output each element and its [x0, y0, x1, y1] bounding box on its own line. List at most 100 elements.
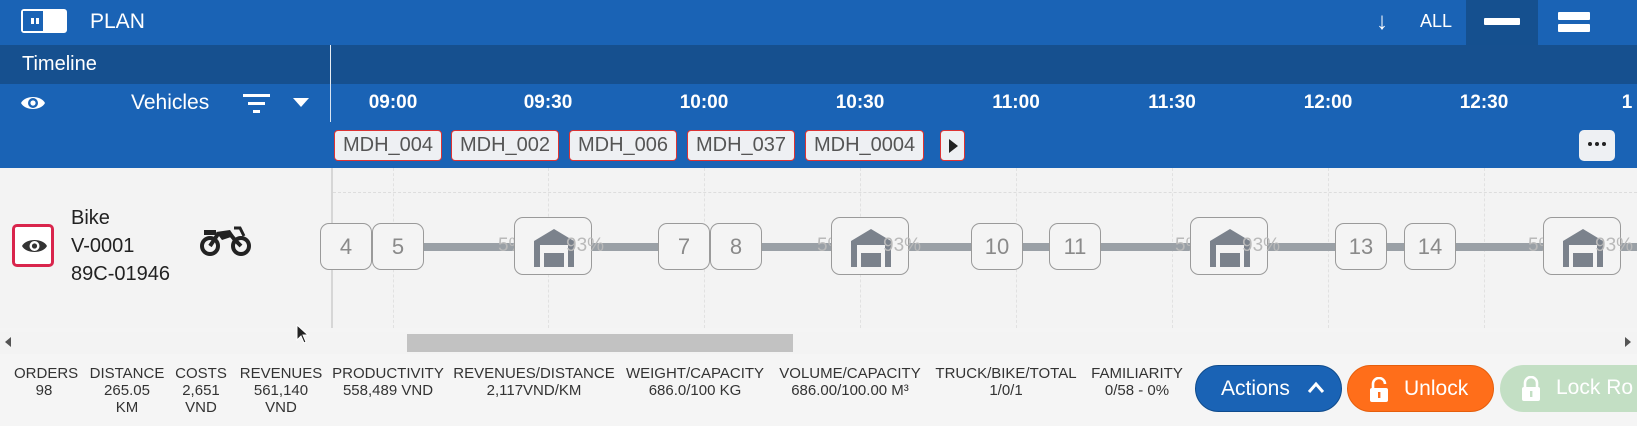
stat-label: REVENUES — [239, 365, 323, 382]
stat-value: 561,140 — [253, 382, 309, 399]
gridline — [333, 192, 1637, 193]
stat-label: FAMILIARITY — [1091, 365, 1183, 382]
filter-all-label[interactable]: ALL — [1420, 11, 1452, 32]
time-tick: 1 — [1621, 92, 1633, 113]
depot-end-percent: 93% — [1242, 235, 1281, 256]
vehicle-plate: 89C-01946 — [71, 263, 170, 285]
depot-end-percent: 93% — [566, 235, 605, 256]
depot-end-percent: 93% — [883, 235, 922, 256]
stat-value: 1/0/1 — [989, 382, 1023, 399]
stat-label: TRUCK/BIKE/TOTAL — [935, 365, 1077, 382]
vehicles-label: Vehicles — [131, 91, 210, 114]
stat-unit: VND — [185, 399, 217, 416]
order-tag[interactable]: MDH_037 — [687, 130, 796, 161]
eye-icon[interactable] — [20, 92, 46, 114]
vehicle-id: V-0001 — [71, 235, 135, 257]
stat-weight-capacity: WEIGHT/CAPACITY 686.0/100 KG — [624, 365, 766, 399]
stat-label: WEIGHT/CAPACITY — [625, 365, 765, 382]
top-bar: PLAN ↓ ALL — [0, 0, 1637, 45]
time-tick: 12:00 — [1303, 92, 1353, 113]
summary-footer: ORDERS 98 DISTANCE 265.05 KM COSTS 2,651… — [0, 354, 1637, 426]
stat-unit: VND — [265, 399, 297, 416]
time-tick: 11:30 — [1148, 92, 1196, 113]
vehicle-visibility-toggle[interactable] — [12, 224, 54, 267]
unlock-icon — [1370, 377, 1388, 402]
divider — [330, 45, 331, 84]
stat-costs: COSTS 2,651 VND — [174, 365, 228, 416]
unlock-button[interactable]: Unlock — [1347, 365, 1494, 412]
order-tag[interactable]: MDH_0004 — [805, 130, 925, 161]
arrow-down-icon[interactable]: ↓ — [1376, 8, 1388, 36]
more-icon — [1588, 142, 1592, 146]
sidebar-toggle-icon[interactable] — [21, 9, 67, 33]
time-tick: 09:00 — [368, 92, 418, 113]
stop-marker[interactable]: 13 — [1335, 223, 1387, 270]
stat-truck-bike-total: TRUCK/BIKE/TOTAL 1/0/1 — [933, 365, 1079, 399]
stat-label: REVENUES/DISTANCE — [453, 365, 615, 382]
single-row-icon — [1484, 18, 1520, 25]
stat-value: 686.0/100 KG — [648, 382, 742, 399]
stat-value: 265.05 — [104, 382, 150, 399]
double-row-icon — [1558, 12, 1590, 20]
vehicle-type: Bike — [71, 207, 110, 229]
lock-route-button[interactable]: Lock Ro — [1500, 365, 1637, 412]
stat-value: 2,117VND/KM — [486, 382, 582, 399]
stat-revenues-distance: REVENUES/DISTANCE 2,117VND/KM — [453, 365, 615, 399]
time-tick: 09:30 — [523, 92, 573, 113]
timeline-header: Vehicles 09:00 09:30 10:00 10:30 11:00 1… — [0, 84, 1637, 122]
stat-distance: DISTANCE 265.05 KM — [88, 365, 166, 416]
more-options-button[interactable] — [1579, 130, 1615, 161]
motorcycle-icon — [200, 226, 251, 256]
lock-icon — [1522, 376, 1540, 401]
chevron-up-icon — [1307, 381, 1325, 393]
stop-marker[interactable]: 14 — [1404, 223, 1456, 270]
depot-end-percent: 93% — [1595, 235, 1634, 256]
stat-value: 0/58 - 0% — [1104, 382, 1170, 399]
timeline-bar: Timeline — [0, 45, 1637, 84]
actions-label: Actions — [1221, 377, 1290, 400]
stat-productivity: PRODUCTIVITY 558,489 VND — [332, 365, 444, 399]
stat-label: VOLUME/CAPACITY — [779, 365, 921, 382]
order-tag[interactable]: MDH_006 — [569, 130, 678, 161]
stat-value: 558,489 VND — [342, 382, 434, 399]
stop-marker[interactable]: 10 — [971, 223, 1023, 270]
stat-label: PRODUCTIVITY — [332, 365, 444, 382]
view-single-row-button[interactable] — [1466, 0, 1538, 45]
stat-value: 98 — [35, 382, 53, 399]
stat-familiarity: FAMILIARITY 0/58 - 0% — [1088, 365, 1186, 399]
horizontal-scrollbar[interactable] — [0, 332, 1637, 354]
scroll-right-icon[interactable] — [1625, 337, 1631, 347]
timeline-label: Timeline — [22, 53, 97, 75]
stat-unit: KM — [115, 399, 139, 416]
divider — [330, 84, 331, 122]
unlock-label: Unlock — [1404, 377, 1469, 400]
double-row-icon-bar — [1558, 24, 1590, 32]
mouse-cursor-icon — [296, 324, 310, 344]
stop-marker[interactable]: 5 — [372, 223, 424, 270]
scrollbar-thumb[interactable] — [407, 334, 793, 352]
eye-icon — [22, 240, 47, 252]
stat-label: ORDERS — [14, 365, 79, 382]
order-tag[interactable]: MDH_004 — [334, 130, 443, 161]
lock-route-label: Lock Ro — [1556, 376, 1634, 399]
stat-revenues: REVENUES 561,140 VND — [239, 365, 323, 416]
time-tick: 12:30 — [1459, 92, 1509, 113]
stat-value: 686.00/100.00 M³ — [791, 382, 909, 399]
time-tick: 11:00 — [992, 92, 1040, 113]
tags-next-button[interactable] — [940, 130, 965, 161]
chevron-down-icon[interactable] — [293, 98, 309, 107]
order-tags-row: MDH_004 MDH_002 MDH_006 MDH_037 MDH_0004 — [0, 122, 1637, 168]
stop-marker[interactable]: 7 — [658, 223, 710, 270]
stat-volume-capacity: VOLUME/CAPACITY 686.00/100.00 M³ — [778, 365, 922, 399]
time-tick: 10:00 — [679, 92, 729, 113]
stop-marker[interactable]: 8 — [710, 223, 762, 270]
stop-marker[interactable]: 4 — [320, 223, 372, 270]
order-tag[interactable]: MDH_002 — [451, 130, 560, 161]
stop-marker[interactable]: 11 — [1049, 223, 1101, 270]
filter-icon[interactable] — [243, 92, 270, 114]
stat-value: 2,651 — [182, 382, 220, 399]
stat-orders: ORDERS 98 — [14, 365, 79, 399]
actions-button[interactable]: Actions — [1195, 365, 1342, 412]
scroll-left-icon[interactable] — [5, 337, 11, 347]
stat-label: COSTS — [175, 365, 227, 382]
